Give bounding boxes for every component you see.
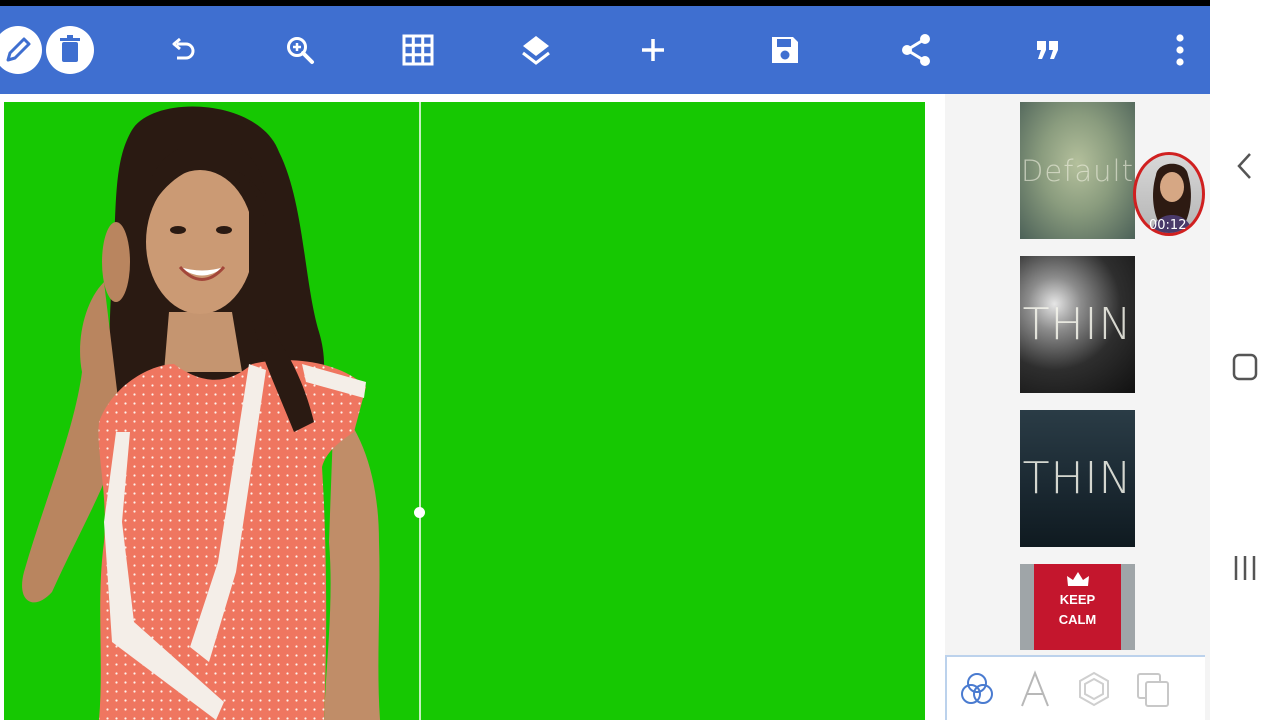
divider-handle[interactable]	[414, 507, 425, 518]
quote-button[interactable]	[1020, 6, 1076, 94]
color-button[interactable]	[955, 667, 999, 711]
screen-recorder-bubble[interactable]: 00:12	[1133, 152, 1207, 242]
hexagon-icon	[1079, 671, 1109, 707]
bottom-toolbar	[945, 655, 1205, 720]
save-icon	[772, 37, 798, 63]
add-button[interactable]	[625, 6, 681, 94]
split-divider	[419, 102, 421, 720]
recording-timer: 00:12	[1149, 218, 1187, 233]
save-button[interactable]	[757, 6, 813, 94]
more-icon	[1176, 34, 1184, 66]
layer-copy-button[interactable]	[1131, 667, 1175, 711]
zoom-icon	[287, 37, 314, 64]
delete-button[interactable]	[46, 26, 94, 74]
color-circles-icon	[961, 673, 993, 704]
layers-copy-icon	[1137, 673, 1169, 707]
thumbnail-label: THIN	[1022, 453, 1133, 504]
person-cutout-image	[22, 106, 380, 720]
canvas-area	[0, 94, 945, 720]
share-icon	[902, 34, 930, 66]
poster-line: CALM	[1058, 612, 1097, 627]
share-button[interactable]	[888, 6, 944, 94]
undo-button[interactable]	[155, 6, 211, 94]
crown-icon	[1066, 572, 1089, 586]
shape-button[interactable]	[1072, 667, 1116, 711]
template-thumbnail-thin-2[interactable]: THIN	[1020, 410, 1135, 547]
template-thumbnail-thin-1[interactable]: THIN	[1020, 256, 1135, 393]
toolbar	[0, 6, 1210, 94]
grid-icon	[402, 34, 434, 66]
recents-button[interactable]	[1225, 548, 1265, 588]
poster-line: KEEP	[1059, 592, 1096, 607]
thumbnail-label: THIN	[1022, 299, 1133, 350]
text-button[interactable]	[1013, 667, 1057, 711]
recents-icon	[1234, 556, 1256, 580]
template-thumbnail-keep-calm[interactable]: KEEP CALM	[1020, 564, 1135, 650]
home-icon	[1232, 353, 1258, 381]
pencil-button[interactable]	[0, 26, 42, 74]
keep-calm-poster: KEEP CALM	[1034, 564, 1121, 650]
system-navigation	[1210, 0, 1280, 720]
undo-icon	[172, 37, 195, 60]
template-thumbnail-default[interactable]: Default	[1020, 102, 1135, 239]
text-icon	[1021, 670, 1049, 707]
zoom-button[interactable]	[272, 6, 328, 94]
quote-icon	[1037, 41, 1058, 59]
back-icon	[1237, 153, 1251, 179]
trash-icon	[60, 35, 80, 62]
layers-icon	[522, 36, 550, 65]
grid-button[interactable]	[390, 6, 446, 94]
pencil-icon	[6, 37, 31, 62]
plus-icon	[642, 39, 664, 61]
thumbnail-label: Default	[1021, 153, 1134, 188]
back-button[interactable]	[1225, 146, 1265, 186]
home-button[interactable]	[1225, 347, 1265, 387]
more-options-button[interactable]	[1152, 6, 1208, 94]
canvas[interactable]	[4, 102, 925, 720]
layers-button[interactable]	[508, 6, 564, 94]
